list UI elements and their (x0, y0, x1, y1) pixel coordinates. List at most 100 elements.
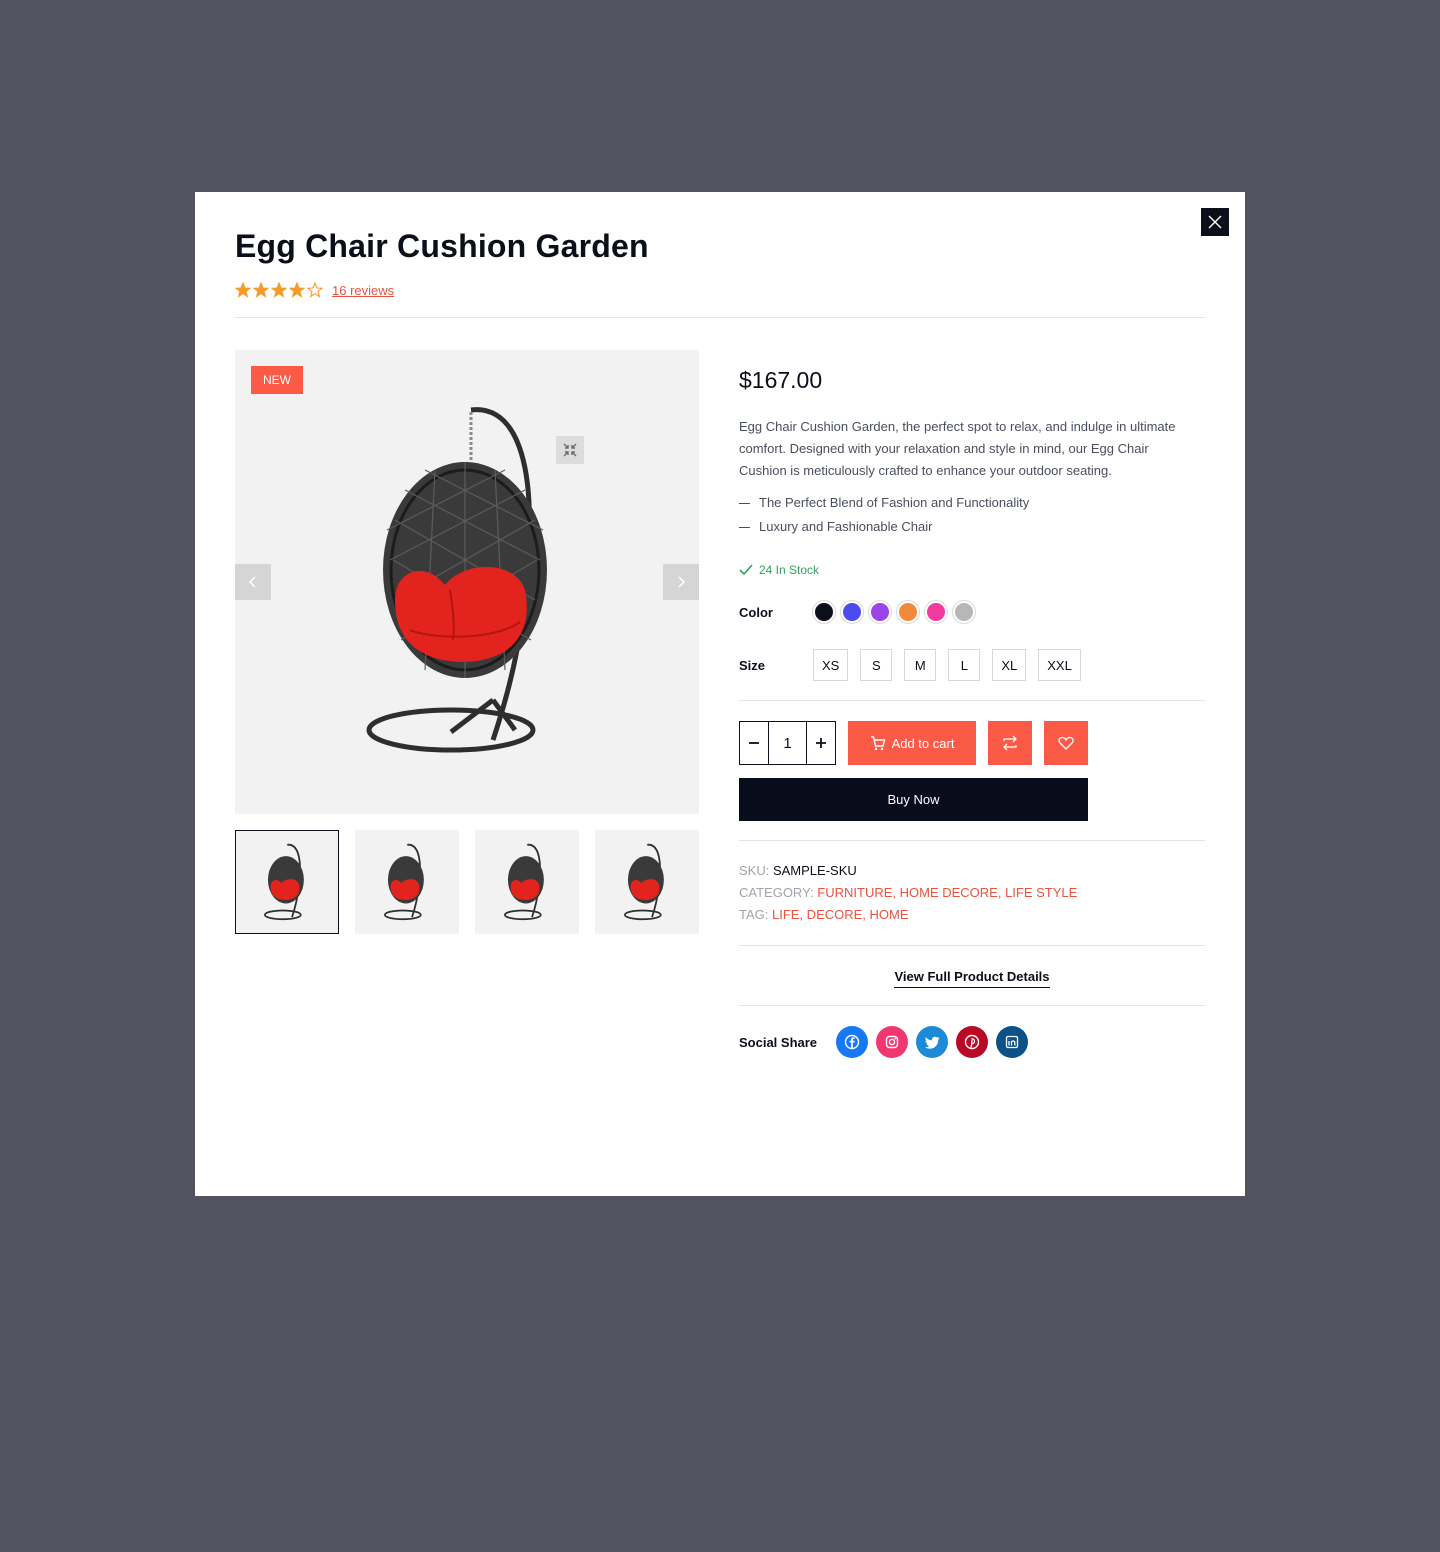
social-share: Social Share (739, 1026, 1205, 1058)
main-product-image: NEW (235, 350, 699, 814)
twitter-share-button[interactable] (916, 1026, 948, 1058)
pinterest-share-button[interactable] (956, 1026, 988, 1058)
egg-chair-thumbnail (504, 843, 544, 921)
close-icon (1208, 215, 1222, 229)
thumbnail-strip (235, 830, 699, 934)
increase-quantity-button[interactable] (807, 722, 835, 764)
feature-text: The Perfect Blend of Fashion and Functio… (759, 495, 1030, 510)
quantity-stepper (739, 721, 836, 765)
collapse-icon (563, 443, 577, 457)
view-details-wrapper: View Full Product Details (739, 969, 1205, 988)
star-filled-icon (289, 282, 305, 298)
view-full-details-link[interactable]: View Full Product Details (894, 969, 1050, 988)
egg-chair-thumbnail (384, 843, 424, 921)
egg-chair-image (366, 407, 547, 753)
previous-image-button[interactable] (235, 564, 271, 600)
size-option-xxl[interactable]: XXL (1038, 649, 1081, 681)
star-filled-icon (235, 282, 251, 298)
color-swatch[interactable] (869, 601, 891, 623)
feature-list: The Perfect Blend of Fashion and Functio… (739, 491, 1205, 539)
next-image-button[interactable] (663, 564, 699, 600)
social-share-label: Social Share (739, 1034, 818, 1050)
twitter-icon (925, 1036, 940, 1049)
close-button[interactable] (1201, 208, 1229, 236)
instagram-share-button[interactable] (876, 1026, 908, 1058)
color-swatch[interactable] (841, 601, 863, 623)
rating: 16 reviews (235, 282, 394, 298)
size-option-xl[interactable]: XL (992, 649, 1027, 681)
tag-label: TAG: (739, 907, 769, 922)
compare-icon (1003, 735, 1017, 751)
quantity-input[interactable] (768, 722, 807, 764)
star-filled-icon (271, 282, 287, 298)
size-option-xs[interactable]: XS (813, 649, 849, 681)
decrease-quantity-button[interactable] (740, 722, 768, 764)
size-option: Size XS S M L XL XXL (739, 649, 1205, 681)
divider (235, 317, 1205, 318)
new-badge: NEW (251, 366, 303, 394)
size-option-s[interactable]: S (860, 649, 893, 681)
color-swatch[interactable] (897, 601, 919, 623)
feature-item: The Perfect Blend of Fashion and Functio… (739, 491, 1205, 515)
category-links[interactable]: FURNITURE, HOME DECORE, LIFE STYLE (817, 885, 1077, 900)
social-icons (836, 1026, 1028, 1058)
tag-links[interactable]: LIFE, DECORE, HOME (772, 907, 909, 922)
feature-item: Luxury and Fashionable Chair (739, 515, 1205, 539)
add-to-cart-button[interactable]: Add to cart (848, 721, 976, 765)
category-line: CATEGORY: FURNITURE, HOME DECORE, LIFE S… (739, 882, 1205, 904)
instagram-icon (885, 1035, 899, 1049)
thumbnail[interactable] (595, 830, 699, 934)
color-swatch[interactable] (925, 601, 947, 623)
zoom-button[interactable] (556, 436, 584, 464)
category-label: CATEGORY: (739, 885, 814, 900)
tag-line: TAG: LIFE, DECORE, HOME (739, 904, 1205, 926)
check-icon (739, 564, 753, 576)
linkedin-share-button[interactable] (996, 1026, 1028, 1058)
heart-icon (1058, 736, 1074, 750)
divider (739, 1005, 1205, 1006)
sku-label: SKU: (739, 863, 770, 878)
buy-now-button[interactable]: Buy Now (739, 778, 1088, 821)
cart-icon (870, 735, 885, 750)
size-option-l[interactable]: L (948, 649, 981, 681)
divider (739, 700, 1205, 701)
egg-chair-thumbnail (264, 843, 304, 921)
sku-line: SKU: SAMPLE-SKU (739, 860, 1205, 882)
facebook-icon (844, 1034, 860, 1050)
size-buttons: XS S M L XL XXL (813, 649, 1081, 681)
thumbnail[interactable] (355, 830, 459, 934)
thumbnail[interactable] (235, 830, 339, 934)
reviews-link[interactable]: 16 reviews (332, 283, 394, 298)
add-to-cart-label: Add to cart (891, 735, 955, 751)
linkedin-icon (1005, 1035, 1019, 1049)
chevron-right-icon (678, 576, 686, 588)
color-option: Color (739, 601, 1205, 623)
size-option-m[interactable]: M (904, 649, 937, 681)
plus-icon (816, 738, 826, 748)
divider (739, 840, 1205, 841)
compare-button[interactable] (988, 721, 1032, 765)
color-label: Color (739, 604, 773, 620)
facebook-share-button[interactable] (836, 1026, 868, 1058)
product-title: Egg Chair Cushion Garden (235, 228, 649, 264)
wishlist-button[interactable] (1044, 721, 1088, 765)
sku-value: SAMPLE-SKU (772, 863, 857, 878)
size-label: Size (739, 657, 766, 673)
product-price: $167.00 (739, 367, 823, 393)
chevron-left-icon (248, 576, 256, 588)
product-description: Egg Chair Cushion Garden, the perfect sp… (739, 419, 1176, 478)
product-meta: SKU: SAMPLE-SKU CATEGORY: FURNITURE, HOM… (739, 860, 1205, 926)
minus-icon (749, 742, 759, 744)
product-info: $167.00 Egg Chair Cushion Garden, the pe… (739, 350, 1205, 1058)
color-swatch[interactable] (953, 601, 975, 623)
dash-icon (739, 526, 750, 528)
egg-chair-thumbnail (624, 843, 664, 921)
star-filled-icon (253, 282, 269, 298)
stock-text: 24 In Stock (759, 563, 820, 577)
color-swatch[interactable] (813, 601, 835, 623)
thumbnail[interactable] (475, 830, 579, 934)
divider (739, 945, 1205, 946)
dash-icon (739, 502, 750, 504)
feature-text: Luxury and Fashionable Chair (759, 519, 933, 534)
star-rating (235, 282, 323, 298)
